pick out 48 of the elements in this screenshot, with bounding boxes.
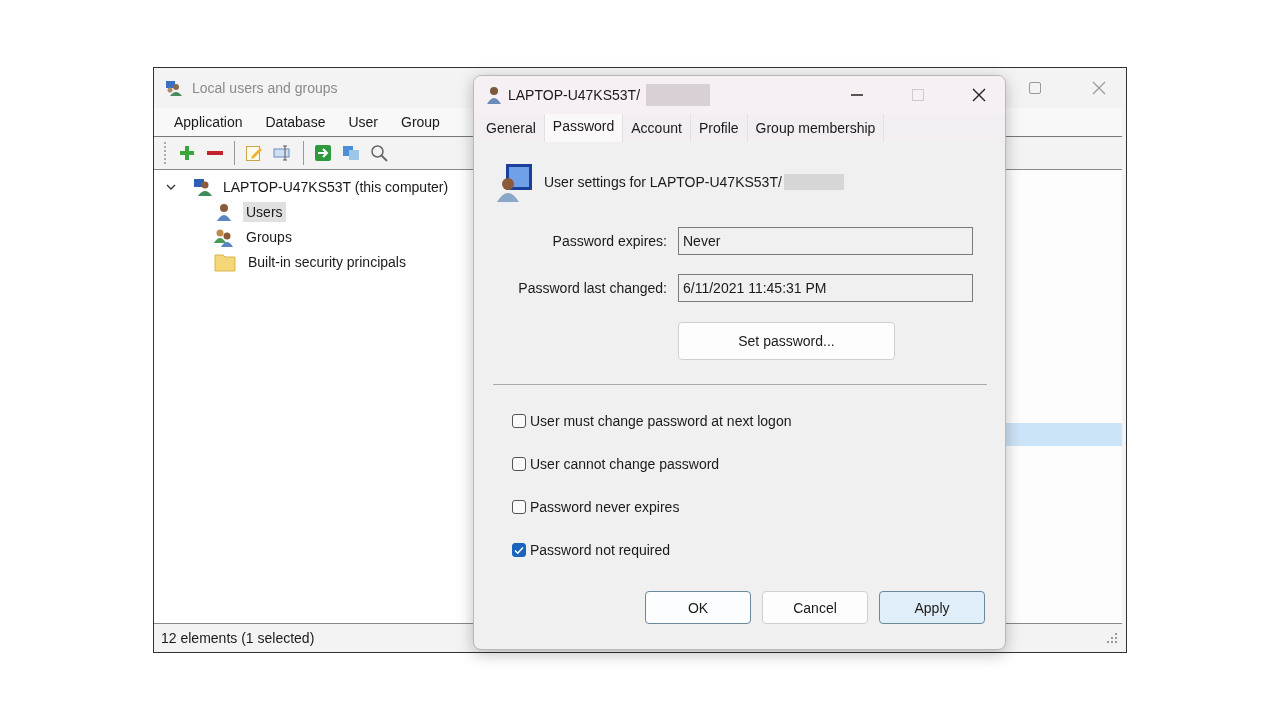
field-label: Password last changed: (517, 280, 667, 296)
tab[interactable]: Profile (690, 114, 748, 142)
checkbox[interactable] (512, 543, 526, 557)
heading-text: User settings for LAPTOP-U47KS53T/ (544, 174, 782, 190)
field-label: Password expires: (551, 233, 667, 249)
tab[interactable]: Password (544, 114, 624, 142)
checkbox-label: User must change password at next logon (530, 413, 792, 429)
checkbox[interactable] (512, 500, 526, 514)
resize-grip-icon[interactable] (1106, 632, 1118, 644)
checkbox-label: Password not required (530, 542, 671, 558)
menu-item[interactable]: Group (401, 114, 440, 130)
set-password-button[interactable]: Set password... (678, 322, 895, 360)
menu-item[interactable]: Database (265, 114, 326, 130)
dialog-title: LAPTOP-U47KS53T/ (508, 87, 641, 103)
status-text: 12 elements (1 selected) (161, 630, 315, 646)
search-icon[interactable] (370, 144, 388, 162)
user-icon (214, 201, 234, 222)
tree-item[interactable]: LAPTOP-U47KS53T (this computer) (220, 176, 452, 197)
input-field[interactable]: Never (678, 227, 973, 255)
user-icon (486, 85, 502, 105)
tab[interactable]: General (478, 114, 545, 142)
redacted-block (646, 84, 711, 106)
dialog-button[interactable]: OK (645, 591, 751, 624)
window-title: Local users and groups (192, 80, 338, 96)
users-app-icon (164, 78, 184, 98)
computer-users-icon (193, 176, 213, 197)
rename-icon[interactable] (273, 144, 293, 162)
add-icon[interactable] (178, 144, 196, 162)
checkbox[interactable] (512, 414, 526, 428)
checkbox-label: User cannot change password (530, 456, 720, 472)
tab[interactable]: Account (623, 114, 691, 142)
menu-item[interactable]: User (348, 114, 378, 130)
user-monitor-icon (496, 162, 534, 202)
checkbox-label: Password never expires (530, 499, 680, 515)
maximize-icon[interactable] (1028, 81, 1042, 95)
folder-icon (214, 251, 236, 272)
tab[interactable]: Group membership (747, 114, 885, 142)
redacted-block (783, 174, 844, 190)
tree-item[interactable]: Users (243, 201, 286, 222)
dialog-button[interactable]: Cancel (762, 591, 868, 624)
close-icon[interactable] (971, 87, 987, 103)
dialog-button[interactable]: Apply (879, 591, 985, 624)
checkbox[interactable] (512, 457, 526, 471)
tree-item[interactable]: Built-in security principals (245, 251, 409, 272)
input-field[interactable]: 6/11/2021 11:45:31 PM (678, 274, 973, 302)
tree-item[interactable]: Groups (243, 226, 295, 247)
menu-item[interactable]: Application (174, 114, 243, 130)
maximize-icon (910, 87, 926, 103)
